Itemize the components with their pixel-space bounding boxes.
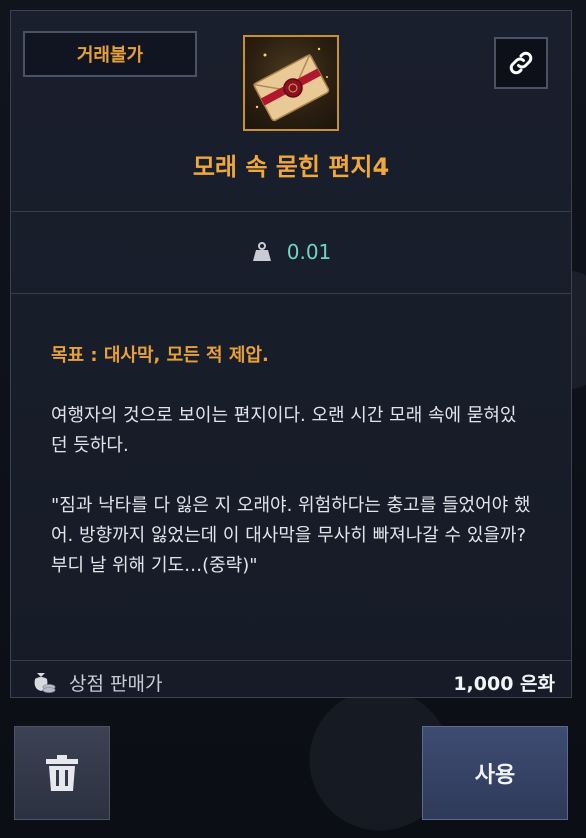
coin-bag-icon [34,673,56,693]
item-description: 목표 : 대사막, 모든 적 제압. 여행자의 것으로 보이는 편지이다. 오랜… [51,341,531,611]
quest-goal-text: 목표 : 대사막, 모든 적 제압. [51,345,269,366]
description-paragraph: 여행자의 것으로 보이는 편지이다. 오랜 시간 모래 속에 묻혀있던 듯하다. [51,405,517,456]
item-title: 모래 속 묻힌 편지4 [192,153,390,181]
shop-price-row: 상점 판매가 1,000 은화 [11,660,571,699]
trash-icon [46,755,78,791]
use-button[interactable]: 사용 [422,726,568,820]
item-tooltip-panel: 거래불가 모래 속 묻힌 편지4 0.01 목표: 대사막, 모든 적 제압.… [10,10,572,698]
weight-section: 0.01 [11,211,571,294]
weight-icon [252,242,271,261]
weight-value: 0.01 [286,240,332,264]
trade-restriction-badge: 거래불가 [23,31,197,77]
shop-price-value: 1,000 은화 [453,673,555,695]
letter-quote-paragraph: "짐과 낙타를 다 잃은 지 오래야. 위험하다는 충고를 들었어야 했어. 방… [51,495,531,576]
shop-price-label: 상점 판매가 [69,673,163,695]
delete-button[interactable] [14,726,110,820]
link-share-button[interactable] [494,37,548,89]
link-icon [509,51,533,75]
item-header: 거래불가 모래 속 묻힌 편지4 [11,11,571,212]
sealed-letter-icon [243,35,339,131]
